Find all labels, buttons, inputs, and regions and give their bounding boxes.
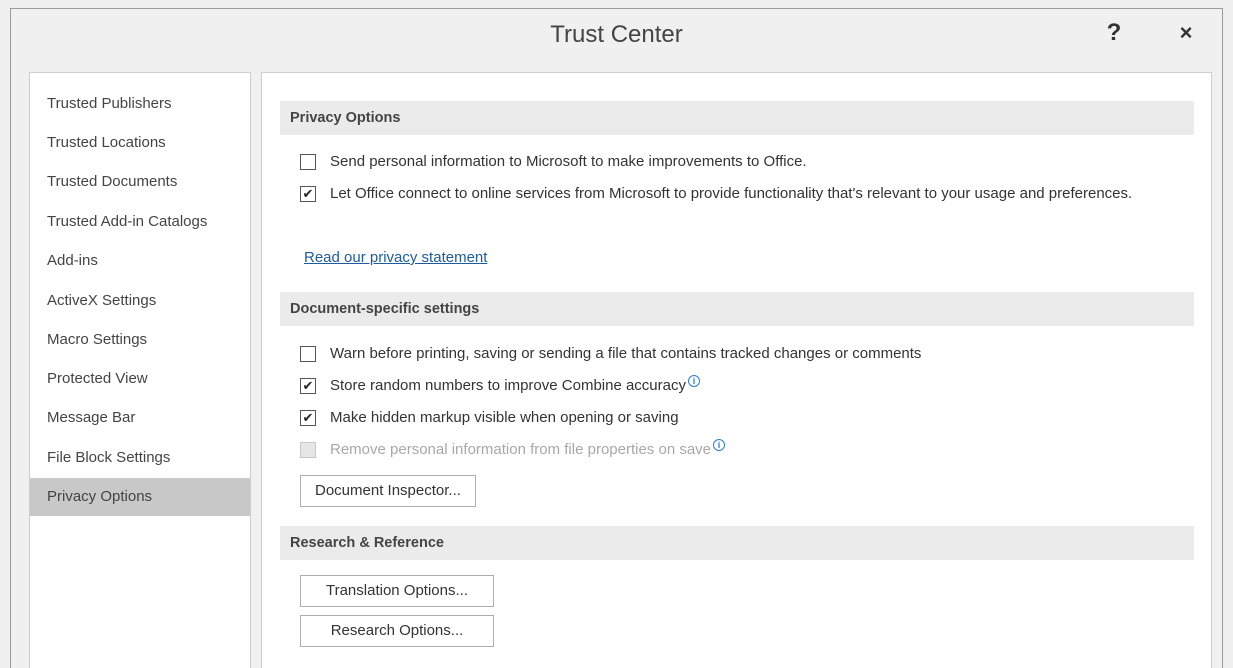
checkbox-send-personal-info[interactable]	[300, 154, 316, 170]
dialog-title: Trust Center	[550, 21, 683, 48]
document-inspector-button[interactable]: Document Inspector...	[300, 475, 476, 507]
checkbox-hidden-markup-visible[interactable]: ✔	[300, 410, 316, 426]
trust-center-dialog: Trust Center ? × Trusted Publishers Trus…	[10, 8, 1223, 668]
info-icon[interactable]: i	[688, 375, 700, 387]
title-bar: Trust Center ? ×	[11, 9, 1222, 69]
sidebar-item-trusted-locations[interactable]: Trusted Locations	[30, 124, 250, 162]
privacy-statement-link[interactable]: Read our privacy statement	[304, 249, 487, 266]
research-options-button[interactable]: Research Options...	[300, 615, 494, 647]
sidebar-item-add-ins[interactable]: Add-ins	[30, 242, 250, 280]
info-icon[interactable]: i	[713, 439, 726, 451]
sidebar-item-privacy-options[interactable]: Privacy Options	[30, 478, 250, 516]
translation-options-button[interactable]: Translation Options...	[300, 575, 494, 607]
help-button[interactable]: ?	[1094, 17, 1134, 49]
sidebar-item-file-block-settings[interactable]: File Block Settings	[30, 439, 250, 477]
close-button[interactable]: ×	[1161, 17, 1211, 49]
checkbox-connect-online-services[interactable]: ✔	[300, 186, 316, 202]
option-label: Remove personal information from file pr…	[330, 441, 712, 458]
checkbox-store-random-numbers[interactable]: ✔	[300, 378, 316, 394]
check-icon: ✔	[302, 410, 314, 425]
checkbox-remove-personal-info	[300, 442, 316, 458]
sidebar-item-trusted-add-in-catalogs[interactable]: Trusted Add-in Catalogs	[30, 203, 250, 241]
option-label: Store random numbers to improve Combine …	[330, 377, 686, 394]
sidebar-item-activex-settings[interactable]: ActiveX Settings	[30, 282, 250, 320]
check-icon: ✔	[302, 186, 314, 201]
main-panel: Privacy Options Send personal informatio…	[261, 72, 1212, 668]
sidebar: Trusted Publishers Trusted Locations Tru…	[29, 72, 251, 668]
check-icon: ✔	[302, 378, 314, 393]
section-header-document-settings: Document-specific settings	[280, 292, 1194, 326]
section-header-privacy-options: Privacy Options	[280, 101, 1194, 135]
sidebar-item-trusted-publishers[interactable]: Trusted Publishers	[30, 85, 250, 123]
sidebar-item-trusted-documents[interactable]: Trusted Documents	[30, 163, 250, 201]
sidebar-item-protected-view[interactable]: Protected View	[30, 360, 250, 398]
sidebar-item-macro-settings[interactable]: Macro Settings	[30, 321, 250, 359]
sidebar-item-message-bar[interactable]: Message Bar	[30, 399, 250, 437]
checkbox-warn-tracked-changes[interactable]	[300, 346, 316, 362]
section-header-research-reference: Research & Reference	[280, 526, 1194, 560]
